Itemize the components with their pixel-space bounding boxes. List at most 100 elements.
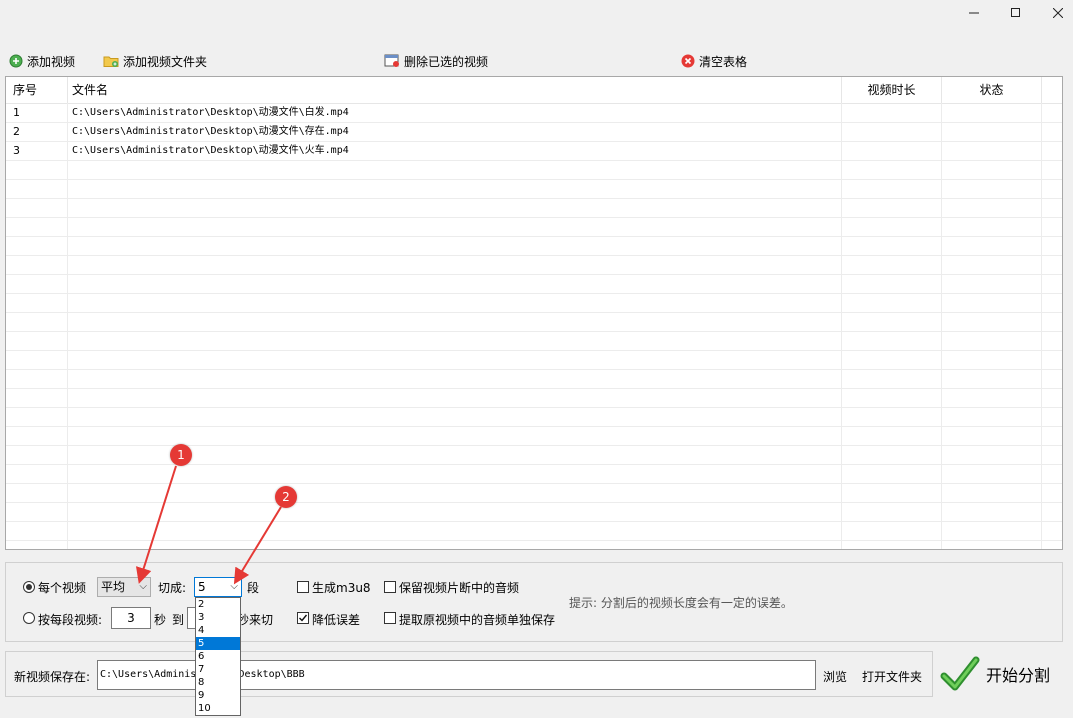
row-index: 1 — [13, 106, 20, 119]
maximize-button[interactable] — [993, 0, 1039, 26]
dropdown-option[interactable]: 3 — [196, 611, 240, 624]
mode-each-radio[interactable] — [23, 581, 35, 593]
add-video-button[interactable]: 添加视频 — [9, 51, 75, 71]
table-row-empty[interactable] — [6, 426, 1062, 446]
browse-button[interactable]: 浏览 — [823, 668, 847, 685]
start-split-button[interactable]: 开始分割 — [936, 650, 1064, 698]
dropdown-option[interactable]: 9 — [196, 689, 240, 702]
dropdown-option[interactable]: 2 — [196, 598, 240, 611]
dropdown-option[interactable]: 10 — [196, 702, 240, 715]
minimize-icon — [969, 12, 979, 14]
add-folder-label: 添加视频文件夹 — [123, 54, 208, 69]
delete-window-icon — [384, 54, 399, 67]
table-row-empty[interactable] — [6, 540, 1062, 549]
table-row-empty[interactable] — [6, 236, 1062, 256]
table-header: 序号 文件名 视频时长 状态 — [6, 77, 1062, 104]
seconds-input[interactable]: 3 — [111, 607, 151, 629]
reduce-error-checkbox[interactable] — [297, 612, 309, 624]
row-filename: C:\Users\Administrator\Desktop\动漫文件\存在.m… — [72, 126, 349, 137]
table-row-empty[interactable] — [6, 407, 1062, 427]
chevron-down-icon: ⌵ — [139, 581, 147, 592]
table-row-empty[interactable] — [6, 464, 1062, 484]
folder-add-icon — [103, 56, 119, 67]
close-button[interactable] — [1035, 0, 1073, 26]
row-filename: C:\Users\Administrator\Desktop\动漫文件\白发.m… — [72, 107, 349, 118]
mode-each-label: 每个视频 — [38, 581, 87, 595]
table-row-empty[interactable] — [6, 160, 1062, 180]
dropdown-option[interactable]: 4 — [196, 624, 240, 637]
seconds-unit: 秒 — [154, 613, 167, 627]
mode-select[interactable]: 平均 ⌵ — [97, 577, 151, 597]
dropdown-option[interactable]: 7 — [196, 663, 240, 676]
to-label: 到 — [172, 613, 185, 627]
mode-per-segment-radio[interactable] — [23, 612, 35, 624]
table-row-empty[interactable] — [6, 293, 1062, 313]
gen-m3u8-checkbox[interactable] — [297, 581, 309, 593]
chevron-down-icon: ⌵ — [230, 581, 238, 592]
row-index: 3 — [13, 144, 20, 157]
video-table[interactable]: 序号 文件名 视频时长 状态 1 C:\Users\Administrator\D… — [5, 76, 1063, 550]
header-duration[interactable]: 视频时长 — [842, 77, 942, 103]
cut-into-label: 切成: — [158, 581, 187, 595]
table-row[interactable]: 1 C:\Users\Administrator\Desktop\动漫文件\白发.… — [6, 103, 1062, 123]
dropdown-option[interactable]: 5 — [196, 637, 240, 650]
table-row[interactable]: 3 C:\Users\Administrator\Desktop\动漫文件\火车.… — [6, 141, 1062, 161]
segments-select-value: 5 — [198, 580, 206, 594]
maximize-icon — [1011, 8, 1020, 17]
table-row-empty[interactable] — [6, 331, 1062, 351]
segments-dropdown-list[interactable]: 2 3 4 5 6 7 8 9 10 — [195, 597, 241, 716]
clear-table-button[interactable]: 清空表格 — [681, 51, 747, 71]
segments-select[interactable]: 5 ⌵ — [194, 577, 242, 597]
dropdown-option[interactable]: 6 — [196, 650, 240, 663]
checkmark-icon — [299, 614, 308, 622]
close-icon — [1053, 8, 1063, 18]
segments-unit: 段 — [247, 581, 260, 595]
table-row-empty[interactable] — [6, 483, 1062, 503]
mode-select-value: 平均 — [101, 580, 126, 594]
add-folder-button[interactable]: 添加视频文件夹 — [103, 51, 207, 71]
delete-selected-button[interactable]: 删除已选的视频 — [384, 51, 488, 71]
row-filename: C:\Users\Administrator\Desktop\动漫文件\火车.m… — [72, 145, 349, 156]
clear-x-icon — [681, 54, 695, 68]
header-index[interactable]: 序号 — [6, 77, 68, 103]
extract-audio-label: 提取原视频中的音频单独保存 — [399, 613, 556, 627]
save-label: 新视频保存在: — [14, 670, 91, 684]
reduce-error-label: 降低误差 — [312, 613, 361, 627]
extract-audio-checkbox[interactable] — [384, 612, 396, 624]
table-row-empty[interactable] — [6, 502, 1062, 522]
table-row-empty[interactable] — [6, 369, 1062, 389]
add-video-label: 添加视频 — [27, 54, 76, 69]
keep-audio-label: 保留视频片断中的音频 — [399, 581, 520, 595]
table-row-empty[interactable] — [6, 198, 1062, 218]
checkmark-icon — [940, 656, 980, 691]
table-row-empty[interactable] — [6, 312, 1062, 332]
minimize-button[interactable] — [951, 0, 997, 26]
table-row-empty[interactable] — [6, 521, 1062, 541]
tip-text: 提示: 分割后的视频长度会有一定的误差。 — [569, 596, 793, 610]
mode-per-segment-label: 按每段视频: — [38, 613, 103, 627]
start-split-label: 开始分割 — [986, 666, 1051, 685]
table-body: 1 C:\Users\Administrator\Desktop\动漫文件\白发.… — [6, 103, 1062, 549]
cut-suffix-label: 秒来切 — [237, 613, 274, 627]
options-panel — [5, 562, 1063, 642]
delete-selected-label: 删除已选的视频 — [404, 54, 489, 69]
dropdown-option[interactable]: 8 — [196, 676, 240, 689]
row-index: 2 — [13, 125, 20, 138]
keep-audio-checkbox[interactable] — [384, 581, 396, 593]
add-circle-icon — [9, 54, 23, 68]
table-row-empty[interactable] — [6, 179, 1062, 199]
table-row-empty[interactable] — [6, 274, 1062, 294]
annotation-marker-2: 2 — [275, 486, 297, 508]
gen-m3u8-label: 生成m3u8 — [312, 581, 371, 595]
open-folder-button[interactable]: 打开文件夹 — [862, 668, 922, 685]
table-row-empty[interactable] — [6, 350, 1062, 370]
header-status[interactable]: 状态 — [942, 77, 1042, 103]
table-row-empty[interactable] — [6, 217, 1062, 237]
table-row[interactable]: 2 C:\Users\Administrator\Desktop\动漫文件\存在.… — [6, 122, 1062, 142]
table-row-empty[interactable] — [6, 255, 1062, 275]
header-filename[interactable]: 文件名 — [68, 77, 842, 103]
annotation-marker-1: 1 — [170, 444, 192, 466]
clear-table-label: 清空表格 — [699, 54, 748, 69]
table-row-empty[interactable] — [6, 388, 1062, 408]
table-row-empty[interactable] — [6, 445, 1062, 465]
